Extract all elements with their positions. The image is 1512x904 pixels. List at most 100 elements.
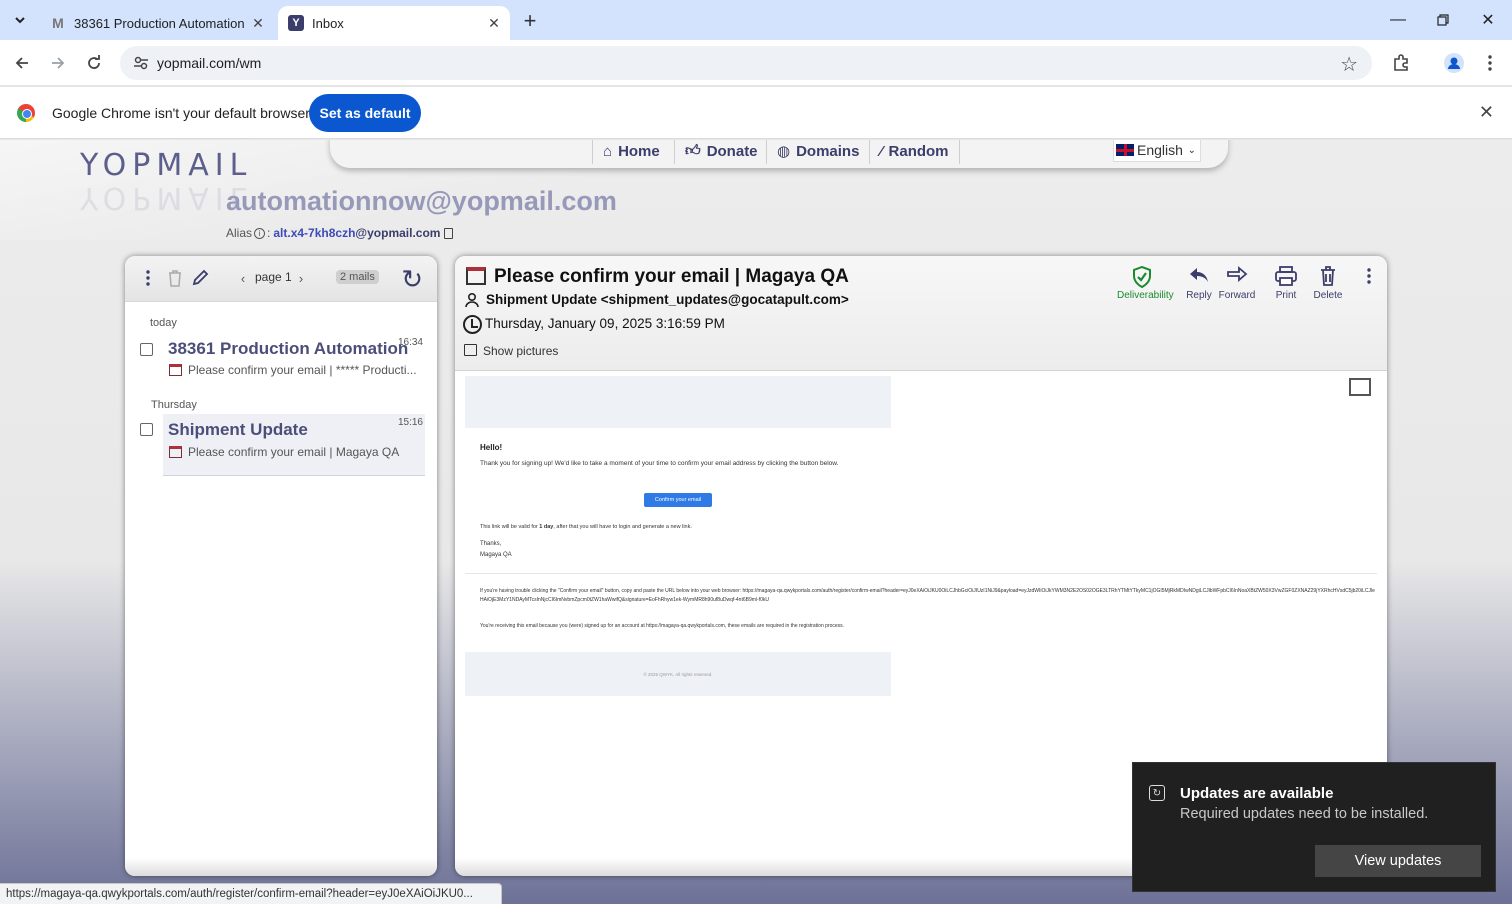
nav-home-label: Home (618, 142, 660, 160)
alias-line: Alias i: alt.x4-7kh8czh @yopmail.com (226, 226, 454, 240)
avatar-icon (1444, 53, 1464, 73)
tab-title: Inbox (312, 15, 344, 31)
show-pictures-link[interactable]: Show pictures (483, 344, 558, 358)
next-page-icon[interactable]: › (295, 266, 307, 290)
extensions-button[interactable] (1387, 49, 1415, 77)
nav-random-label: Random (888, 142, 949, 160)
deliverability-button[interactable]: Deliverability (1117, 265, 1174, 301)
chrome-logo-icon (17, 104, 35, 122)
compose-button[interactable] (189, 266, 211, 290)
home-icon: ⌂ (603, 142, 613, 160)
gmail-icon: M (52, 15, 64, 31)
confirm-email-button[interactable]: Confirm your email (644, 493, 712, 507)
forward-arrow-icon (52, 57, 65, 69)
info-icon[interactable]: i (254, 227, 266, 239)
delete-selected-button[interactable] (165, 266, 185, 290)
forward-button[interactable]: Forward (1212, 266, 1262, 301)
restore-button[interactable] (1423, 6, 1463, 34)
refresh-icon[interactable]: ↻ (401, 264, 423, 295)
minimize-button[interactable]: — (1378, 6, 1418, 34)
chrome-menu-button[interactable] (1476, 49, 1504, 77)
message-menu-button[interactable] (1367, 268, 1371, 289)
address-bar[interactable]: yopmail.com/wm ☆ (120, 46, 1372, 80)
set-as-default-button[interactable]: Set as default (309, 94, 421, 132)
message-header: Please confirm your email | Magaya QA Sh… (455, 256, 1387, 371)
mail-checkbox[interactable] (140, 423, 153, 436)
mailbox-address: automationnow@yopmail.com (226, 186, 617, 216)
email-signature: Magaya QA (480, 552, 512, 558)
magic-wand-icon: ⁄ (880, 142, 883, 160)
fullscreen-icon[interactable] (1349, 378, 1371, 396)
delete-label: Delete (1313, 290, 1343, 301)
restore-icon (1437, 14, 1449, 26)
nav-donate[interactable]: 👍︎ Donate (674, 140, 768, 164)
nav-home[interactable]: ⌂ Home (592, 140, 670, 164)
tab-inbox[interactable]: Y Inbox ✕ (278, 6, 510, 40)
new-tab-button[interactable]: + (518, 8, 542, 33)
reload-button[interactable] (80, 49, 108, 77)
notification-body: Required updates need to be installed. (1180, 806, 1429, 822)
email-intro: Thank you for signing up! We'd like to t… (480, 460, 839, 467)
forward-label: Forward (1218, 290, 1256, 301)
top-navigation: ⌂ Home 👍︎ Donate ◍ Domains ⁄ Random English … (330, 140, 1228, 168)
tab-title: 38361 Production Automation (74, 15, 245, 31)
forward-button[interactable] (44, 49, 72, 77)
envelope-icon (169, 364, 182, 376)
bookmark-star-icon[interactable]: ☆ (1340, 52, 1358, 77)
chevron-down-icon: ⌄ (1187, 144, 1196, 156)
close-infobar-icon[interactable]: ✕ (1479, 102, 1494, 123)
mail-time: 16:34 (397, 337, 423, 348)
close-tab-icon[interactable]: ✕ (484, 13, 504, 33)
copy-icon[interactable] (444, 227, 454, 239)
url-text: yopmail.com/wm (157, 55, 262, 71)
back-button[interactable] (8, 49, 36, 77)
image-icon (464, 344, 477, 356)
inbox-menu-button[interactable] (143, 266, 153, 290)
back-arrow-icon (15, 57, 28, 69)
view-updates-button[interactable]: View updates (1315, 845, 1481, 877)
clock-icon (463, 315, 482, 334)
envelope-icon (466, 267, 486, 285)
inbox-toolbar: ‹ page 1 › 2 mails ↻ (125, 256, 437, 302)
tab-production-automation[interactable]: M 38361 Production Automation ✕ (40, 6, 274, 40)
tab-search-button[interactable] (8, 8, 32, 32)
message-date: Thursday, January 09, 2025 3:16:59 PM (485, 316, 725, 331)
mail-subject: Please confirm your email | Magaya QA (188, 445, 400, 459)
print-label: Print (1275, 290, 1297, 301)
divider (465, 573, 1377, 574)
forward-icon (1212, 266, 1262, 290)
mail-item-selected[interactable]: Shipment Update 15:16 Please confirm you… (125, 414, 437, 480)
nav-domains[interactable]: ◍ Domains (766, 140, 869, 164)
uk-flag-icon (1116, 144, 1134, 156)
default-browser-infobar: Google Chrome isn't your default browser… (0, 87, 1512, 139)
site-info-icon[interactable] (132, 54, 150, 72)
yopmail-icon: Y (288, 15, 304, 31)
panel-bottom-edge (125, 858, 437, 876)
yopmail-logo[interactable]: YOPMAIL (80, 148, 252, 183)
day-label: today (150, 317, 177, 329)
mail-item[interactable]: 38361 Production Automation 16:34 Please… (125, 334, 437, 400)
alias-value[interactable]: alt.x4-7kh8czh (273, 226, 355, 240)
validity-post: , after that you will have to login and … (553, 524, 692, 530)
email-footer: © 2025 QWYK. All rights reserved. (465, 652, 891, 696)
mail-checkbox[interactable] (140, 343, 153, 356)
validity-duration: 1 day (539, 524, 554, 530)
deliverability-label: Deliverability (1117, 290, 1174, 301)
mail-time: 15:16 (397, 417, 423, 428)
mail-count-badge: 2 mails (336, 270, 379, 284)
prev-page-icon[interactable]: ‹ (237, 266, 249, 290)
close-window-button[interactable]: ✕ (1468, 6, 1508, 34)
email-validity: This link will be valid for 1 day, after… (480, 522, 692, 532)
language-select[interactable]: English ⌄ (1113, 140, 1201, 162)
infobar-message: Google Chrome isn't your default browser (52, 105, 310, 121)
close-tab-icon[interactable]: ✕ (248, 13, 268, 33)
update-notification: ↻ Updates are available Required updates… (1132, 762, 1496, 892)
nav-random[interactable]: ⁄ Random (869, 140, 960, 164)
update-icon: ↻ (1149, 785, 1165, 801)
email-trouble-text[interactable]: If you're having trouble clicking the "C… (480, 587, 1376, 605)
mail-sender: Shipment Update (168, 420, 308, 439)
nav-domains-label: Domains (796, 142, 860, 160)
delete-button[interactable]: Delete (1303, 266, 1353, 301)
reload-icon (88, 55, 100, 69)
profile-button[interactable] (1440, 49, 1468, 77)
